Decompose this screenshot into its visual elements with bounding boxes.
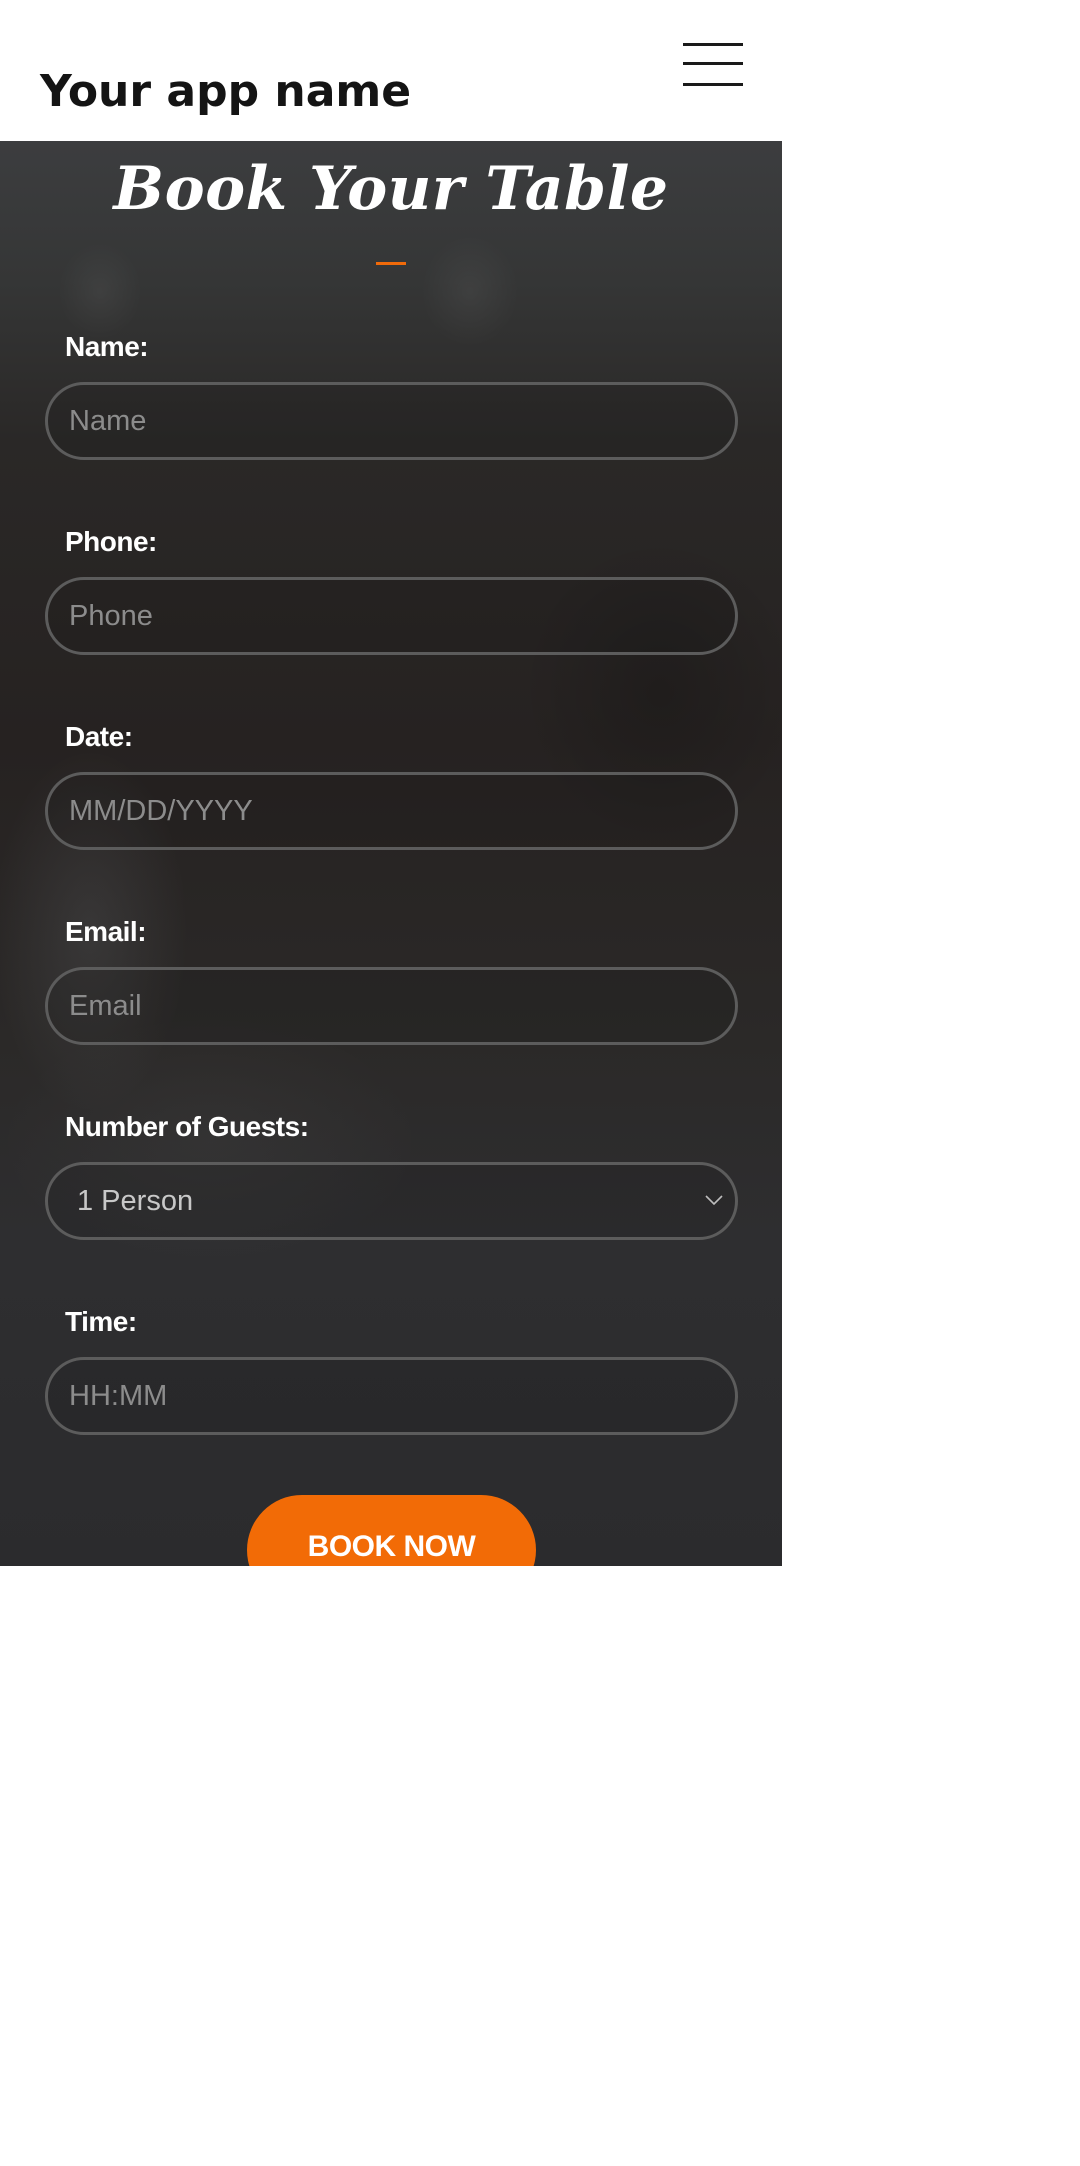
time-label: Time: (65, 1306, 137, 1337)
phone-input[interactable]: Phone (45, 577, 738, 655)
app-name: Your app name (40, 66, 412, 117)
phone-placeholder: Phone (69, 600, 153, 632)
time-input[interactable]: HH:MM (45, 1357, 738, 1435)
name-placeholder: Name (69, 405, 147, 437)
email-input[interactable]: Email (45, 967, 738, 1045)
name-label: Name: (65, 331, 149, 362)
book-now-button[interactable]: BOOK NOW (247, 1495, 536, 1566)
page-title: Book Your Table (113, 154, 669, 224)
title-accent-divider (376, 262, 406, 265)
guests-label: Number of Guests: (65, 1111, 309, 1142)
time-placeholder: HH:MM (69, 1380, 168, 1412)
guests-selected-value: 1 Person (77, 1185, 194, 1217)
top-app-bar: Your app name (0, 0, 782, 141)
date-placeholder: MM/DD/YYYY (69, 795, 253, 827)
chevron-down-icon (705, 1195, 723, 1205)
email-label: Email: (65, 916, 147, 947)
booking-section: Book Your Table Name: Name Phone: Phone … (0, 141, 782, 1566)
guests-select[interactable]: 1 Person (45, 1162, 738, 1240)
screen: Your app name Book Your Table Name: Name… (0, 0, 782, 1566)
date-input[interactable]: MM/DD/YYYY (45, 772, 738, 850)
date-label: Date: (65, 721, 133, 752)
email-placeholder: Email (69, 990, 142, 1022)
name-input[interactable]: Name (45, 382, 738, 460)
phone-label: Phone: (65, 526, 157, 557)
hamburger-menu-icon[interactable] (682, 40, 744, 90)
